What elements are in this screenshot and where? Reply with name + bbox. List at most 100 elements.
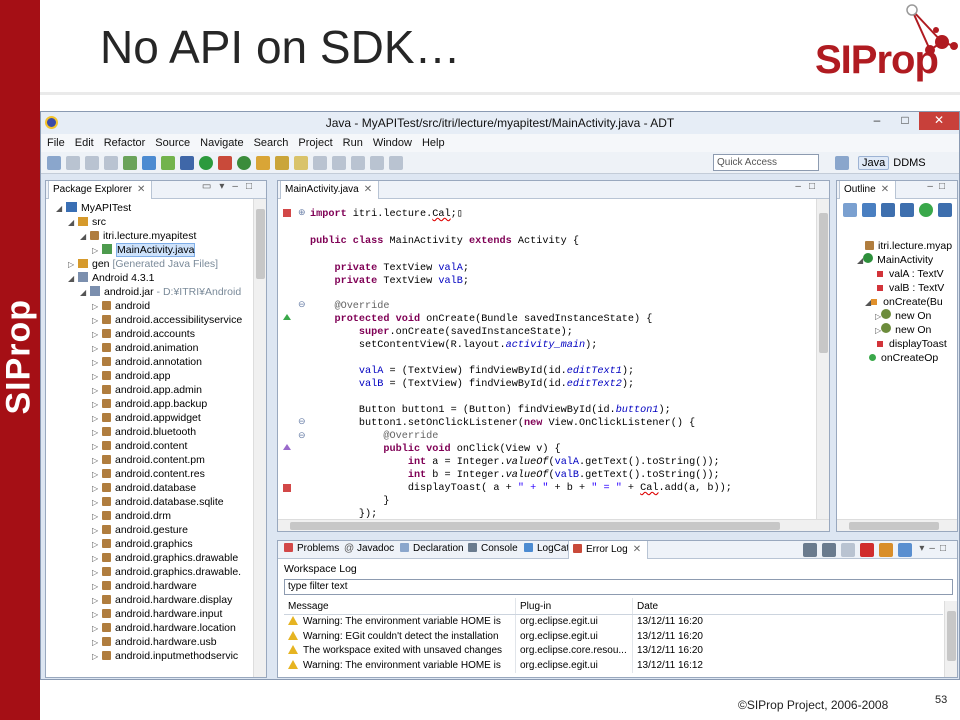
- back-icon[interactable]: [370, 155, 384, 170]
- editor-vscrollbar[interactable]: [816, 199, 829, 519]
- tree-item-android-package[interactable]: ▷ android.accessibilityservice: [48, 313, 252, 327]
- tree-item-android-package[interactable]: ▷ android.app: [48, 369, 252, 383]
- new-java-class-icon[interactable]: [237, 155, 251, 170]
- tree-item-android-package[interactable]: ▷ android.inputmethodservic: [48, 649, 252, 663]
- maximize-icon[interactable]: □: [891, 112, 919, 130]
- java-perspective-button[interactable]: Java: [858, 156, 890, 170]
- menu-search[interactable]: Search: [254, 137, 289, 149]
- fold-icon[interactable]: ⊖: [298, 416, 306, 427]
- tree-item-android-package[interactable]: ▷ android.app.admin: [48, 383, 252, 397]
- tree-item-android-package[interactable]: ▷ android: [48, 299, 252, 313]
- delete-log-icon[interactable]: [860, 543, 875, 557]
- view-menu-controls[interactable]: ▭▾–□: [202, 181, 260, 192]
- error-marker-icon[interactable]: [283, 484, 291, 492]
- new-icon[interactable]: [47, 155, 61, 170]
- annotation-nav-icon[interactable]: [294, 155, 308, 170]
- tree-item-android-package[interactable]: ▷ android.content: [48, 439, 252, 453]
- outline-controls[interactable]: –□: [927, 181, 951, 192]
- outline-item[interactable]: ▷ new On: [875, 309, 931, 323]
- tree-item-android-package[interactable]: ▷ android.drm: [48, 509, 252, 523]
- save-all-icon[interactable]: [85, 155, 99, 170]
- hide-nonpublic-icon[interactable]: [919, 203, 933, 217]
- log-row[interactable]: Warning: The environment variable HOME i…: [284, 658, 943, 673]
- scroll-thumb[interactable]: [290, 522, 780, 530]
- tab-package-explorer[interactable]: Package Explorer ✕: [48, 181, 153, 199]
- menu-refactor[interactable]: Refactor: [104, 137, 146, 149]
- tree-item-android-package[interactable]: ▷ android.database: [48, 481, 252, 495]
- log-row[interactable]: Warning: EGit couldn't detect the instal…: [284, 629, 943, 644]
- show-whitespace-icon[interactable]: [332, 155, 346, 170]
- hide-local-types-icon[interactable]: [938, 203, 952, 217]
- menu-project[interactable]: Project: [298, 137, 332, 149]
- menu-navigate[interactable]: Navigate: [200, 137, 243, 149]
- close-icon[interactable]: ✕: [919, 112, 959, 130]
- tree-item-android-package[interactable]: ▷ android.hardware: [48, 579, 252, 593]
- tree-item-android-package[interactable]: ▷ android.database.sqlite: [48, 495, 252, 509]
- tree-item-main-activity[interactable]: ▷ MainActivity.java: [48, 243, 252, 257]
- log-scrollbar[interactable]: [944, 601, 957, 677]
- bottom-view-controls[interactable]: ▾–□: [919, 543, 951, 557]
- quick-access-input[interactable]: Quick Access: [713, 154, 819, 171]
- menu-file[interactable]: File: [47, 137, 65, 149]
- outline-item[interactable]: valB : TextV: [877, 281, 944, 295]
- outline-item[interactable]: displayToast: [877, 337, 947, 351]
- tree-item-android-package[interactable]: ▷ android.hardware.usb: [48, 635, 252, 649]
- sort-icon[interactable]: [862, 203, 876, 217]
- import-log-icon[interactable]: [822, 543, 837, 557]
- outline-item[interactable]: ▷ new On: [875, 323, 931, 337]
- hide-fields-icon[interactable]: [881, 203, 895, 217]
- debug-icon[interactable]: [180, 155, 194, 170]
- tab-declaration[interactable]: Declaration: [400, 543, 464, 554]
- outline-item[interactable]: itri.lecture.myap: [865, 239, 952, 253]
- menu-run[interactable]: Run: [343, 137, 363, 149]
- toggle-mark-icon[interactable]: [313, 155, 327, 170]
- tree-item-android-package[interactable]: ▷ android.bluetooth: [48, 425, 252, 439]
- scroll-thumb[interactable]: [947, 611, 956, 661]
- tree-item-android-package[interactable]: ▷ android.hardware.location: [48, 621, 252, 635]
- collapse-all-icon[interactable]: [843, 203, 857, 217]
- tree-item-android-package[interactable]: ▷ android.content.pm: [48, 453, 252, 467]
- close-tab-icon[interactable]: ✕: [633, 544, 641, 555]
- fold-icon[interactable]: ⊕: [298, 207, 306, 218]
- external-tools-icon[interactable]: [218, 155, 232, 170]
- log-filter-input[interactable]: type filter text: [284, 579, 953, 595]
- tree-item-android-package[interactable]: ▷ android.accounts: [48, 327, 252, 341]
- tree-item-android-package[interactable]: ▷ android.appwidget: [48, 411, 252, 425]
- menu-help[interactable]: Help: [422, 137, 445, 149]
- tree-item-android-package[interactable]: ▷ android.gesture: [48, 523, 252, 537]
- outline-hscrollbar[interactable]: [837, 519, 957, 531]
- tree-item-package[interactable]: ◢ itri.lecture.myapitest: [48, 229, 252, 243]
- outline-item[interactable]: ◢ MainActivity: [857, 253, 933, 267]
- package-explorer-scrollbar[interactable]: [253, 199, 266, 677]
- menu-source[interactable]: Source: [155, 137, 190, 149]
- outline-item[interactable]: valA : TextV: [877, 267, 944, 281]
- col-message[interactable]: Message: [284, 598, 515, 614]
- menu-edit[interactable]: Edit: [75, 137, 94, 149]
- tree-item-project[interactable]: ◢ MyAPITest: [48, 201, 252, 215]
- open-type-icon[interactable]: [256, 155, 270, 170]
- android-sdk-manager-icon[interactable]: [123, 155, 137, 170]
- close-tab-icon[interactable]: ✕: [881, 184, 889, 195]
- next-annotation-icon[interactable]: [351, 155, 365, 170]
- tab-console[interactable]: Console: [468, 543, 518, 554]
- outline-item[interactable]: ◢ onCreate(Bu: [865, 295, 943, 309]
- tab-main-activity[interactable]: MainActivity.java ✕: [280, 181, 380, 199]
- minimize-icon[interactable]: –: [863, 112, 891, 130]
- close-tab-icon[interactable]: ✕: [137, 184, 145, 195]
- log-row[interactable]: Warning: The environment variable HOME i…: [284, 615, 943, 630]
- search-icon[interactable]: [275, 155, 289, 170]
- open-log-icon[interactable]: [879, 543, 894, 557]
- clear-log-icon[interactable]: [841, 543, 856, 557]
- restore-log-icon[interactable]: [898, 543, 913, 557]
- tree-item-android-package[interactable]: ▷ android.hardware.input: [48, 607, 252, 621]
- scroll-thumb[interactable]: [849, 522, 939, 530]
- export-log-icon[interactable]: [803, 543, 818, 557]
- error-marker-icon[interactable]: [283, 209, 291, 217]
- tree-item-gen[interactable]: ▷ gen [Generated Java Files]: [48, 257, 252, 271]
- avd-manager-icon[interactable]: [142, 155, 156, 170]
- tree-item-android-package[interactable]: ▷ android.graphics: [48, 537, 252, 551]
- fold-icon[interactable]: ⊖: [298, 430, 306, 441]
- close-tab-icon[interactable]: ✕: [364, 184, 372, 195]
- tree-item-android-package[interactable]: ▷ android.annotation: [48, 355, 252, 369]
- forward-icon[interactable]: [389, 155, 403, 170]
